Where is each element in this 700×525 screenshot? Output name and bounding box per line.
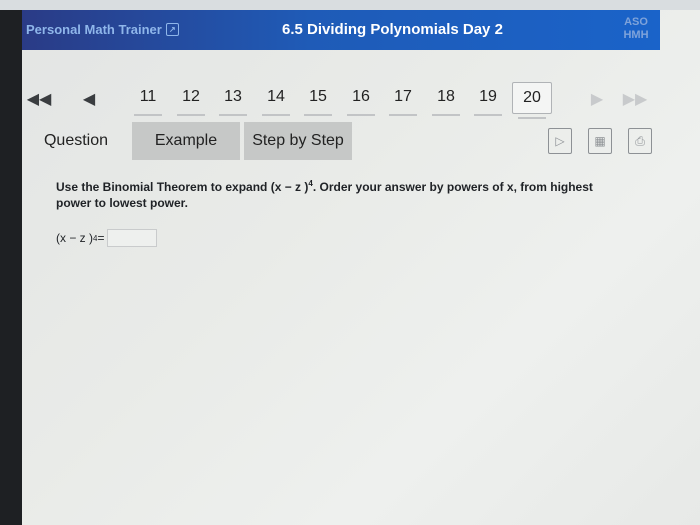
book-icon[interactable]: ▦ <box>588 128 612 154</box>
page-15[interactable]: 15 <box>299 84 337 116</box>
app-name[interactable]: Personal Math Trainer ↗ <box>26 22 179 37</box>
logo-top-text: ASO <box>624 16 648 28</box>
external-link-icon[interactable]: ↗ <box>165 23 179 36</box>
answer-lhs: (x − z ) <box>56 231 94 245</box>
page-13[interactable]: 13 <box>214 84 252 116</box>
question-text: Use the Binomial Theorem to expand (x − … <box>56 176 616 211</box>
question-part1: Use the Binomial Theorem to expand (x − … <box>56 180 309 194</box>
video-icon[interactable]: ▷ <box>548 128 572 154</box>
app-name-label: Personal Math Trainer <box>26 22 162 37</box>
app-screen: Personal Math Trainer ↗ 6.5 Dividing Pol… <box>22 10 700 525</box>
right-arrow-icon[interactable]: ▶ <box>582 88 612 110</box>
answer-row: (x − z ) 4 = <box>56 229 158 247</box>
tab-example[interactable]: Example <box>132 122 240 160</box>
top-strip <box>0 0 700 10</box>
page-17[interactable]: 17 <box>384 84 422 116</box>
page-16[interactable]: 16 <box>342 84 380 116</box>
page-14[interactable]: 14 <box>257 84 295 116</box>
tab-bar: Question Example Step by Step ▷ ▦ ⎙ <box>22 122 662 164</box>
header-bar: Personal Math Trainer ↗ 6.5 Dividing Pol… <box>22 10 660 50</box>
left-arrow-icon[interactable]: ◀ <box>74 88 104 110</box>
tab-question[interactable]: Question <box>22 122 130 160</box>
page-title: 6.5 Dividing Polynomials Day 2 <box>282 21 503 38</box>
answer-equals: = <box>97 231 105 245</box>
page-20[interactable]: 20 <box>512 82 552 119</box>
question-nav: ◀◀ ◀ 11 12 13 14 15 16 17 18 19 20 ▶ ▶▶ <box>22 80 660 120</box>
double-right-arrow-icon[interactable]: ▶▶ <box>620 88 650 110</box>
page-19[interactable]: 19 <box>469 84 507 116</box>
answer-input[interactable] <box>107 229 158 247</box>
page-12[interactable]: 12 <box>172 84 210 116</box>
tab-step-by-step[interactable]: Step by Step <box>244 122 352 160</box>
page-11[interactable]: 11 <box>129 84 167 116</box>
print-icon[interactable]: ⎙ <box>628 128 652 154</box>
double-left-arrow-icon[interactable]: ◀◀ <box>24 88 54 110</box>
page-18[interactable]: 18 <box>427 84 465 116</box>
hmh-logo: ASO HMH <box>614 16 658 46</box>
logo-bottom-text: HMH <box>623 29 649 41</box>
